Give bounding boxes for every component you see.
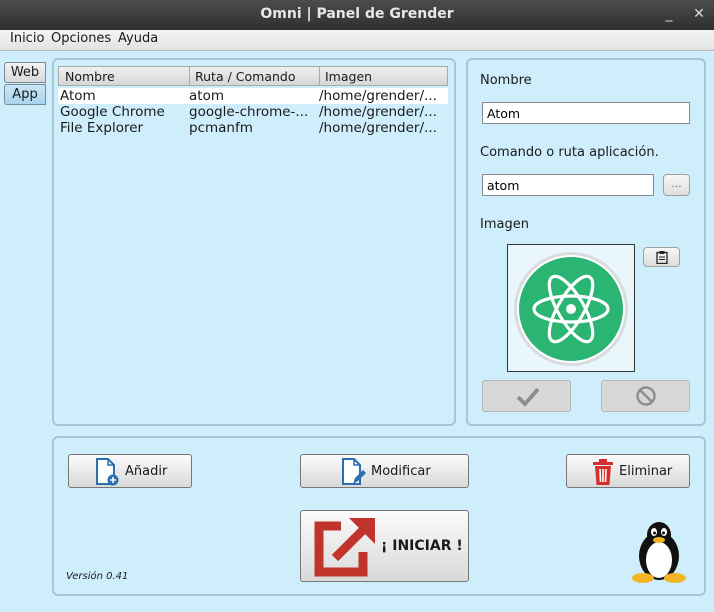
command-label: Comando o ruta aplicación.: [480, 145, 659, 160]
start-button[interactable]: ¡ INICIAR !: [300, 510, 469, 582]
column-header-imagen[interactable]: Imagen: [325, 69, 372, 84]
modify-button-label: Modificar: [371, 464, 431, 479]
add-button-label: Añadir: [125, 464, 168, 479]
image-label: Imagen: [480, 217, 529, 232]
clipboard-icon: [655, 251, 668, 265]
menu-ayuda[interactable]: Ayuda: [118, 31, 158, 46]
confirm-button[interactable]: [482, 380, 571, 412]
cell-imagen: /home/grender/...: [319, 88, 437, 104]
table-header: Nombre Ruta / Comando Imagen: [58, 66, 448, 86]
menu-opciones[interactable]: Opciones: [51, 31, 111, 46]
delete-button[interactable]: Eliminar: [566, 454, 690, 488]
add-file-icon: [96, 458, 119, 486]
apps-table: Nombre Ruta / Comando Imagen Atom atom /…: [58, 66, 448, 418]
title-bar: Omni | Panel de Grender _ ✕: [0, 0, 714, 30]
command-input[interactable]: [482, 174, 654, 196]
tab-app[interactable]: App: [4, 84, 46, 105]
modify-button[interactable]: Modificar: [300, 454, 469, 488]
name-label: Nombre: [480, 73, 532, 88]
start-button-label: ¡ INICIAR !: [381, 538, 463, 554]
menu-bar: Inicio Opciones Ayuda: [0, 30, 714, 51]
external-launch-icon: [314, 518, 375, 577]
cancel-button[interactable]: [601, 380, 690, 412]
column-header-nombre[interactable]: Nombre: [65, 69, 115, 84]
name-input[interactable]: [482, 102, 690, 124]
version-label: Versión 0.41: [66, 571, 129, 582]
cell-imagen: /home/grender/...: [319, 104, 437, 120]
image-preview[interactable]: [507, 244, 635, 372]
close-button[interactable]: ✕: [690, 5, 708, 23]
window-title: Omni | Panel de Grender: [260, 6, 454, 22]
table-row[interactable]: Google Chrome google-chrome-... /home/gr…: [58, 104, 448, 120]
forbidden-icon: [636, 386, 656, 406]
table-row[interactable]: Atom atom /home/grender/...: [58, 88, 448, 104]
cell-ruta: pcmanfm: [189, 120, 253, 136]
delete-button-label: Eliminar: [619, 464, 673, 479]
tux-penguin-icon: [632, 522, 686, 583]
tab-web[interactable]: Web: [4, 62, 46, 83]
menu-inicio[interactable]: Inicio: [10, 31, 44, 46]
minimize-button[interactable]: _: [660, 5, 678, 23]
cell-ruta: atom: [189, 88, 224, 104]
table-row[interactable]: File Explorer pcmanfm /home/grender/...: [58, 120, 448, 136]
browse-button[interactable]: ...: [663, 174, 690, 196]
cell-nombre: Atom: [60, 88, 96, 104]
trash-icon: [593, 459, 613, 485]
add-button[interactable]: Añadir: [68, 454, 192, 488]
checkmark-icon: [516, 387, 540, 407]
cell-imagen: /home/grender/...: [319, 120, 437, 136]
cell-nombre: File Explorer: [60, 120, 144, 136]
atom-logo-icon: [514, 252, 628, 366]
edit-file-icon: [342, 458, 366, 485]
cell-ruta: google-chrome-...: [189, 104, 309, 120]
cell-nombre: Google Chrome: [60, 104, 165, 120]
paste-image-button[interactable]: [643, 247, 680, 267]
column-header-ruta[interactable]: Ruta / Comando: [195, 69, 295, 84]
